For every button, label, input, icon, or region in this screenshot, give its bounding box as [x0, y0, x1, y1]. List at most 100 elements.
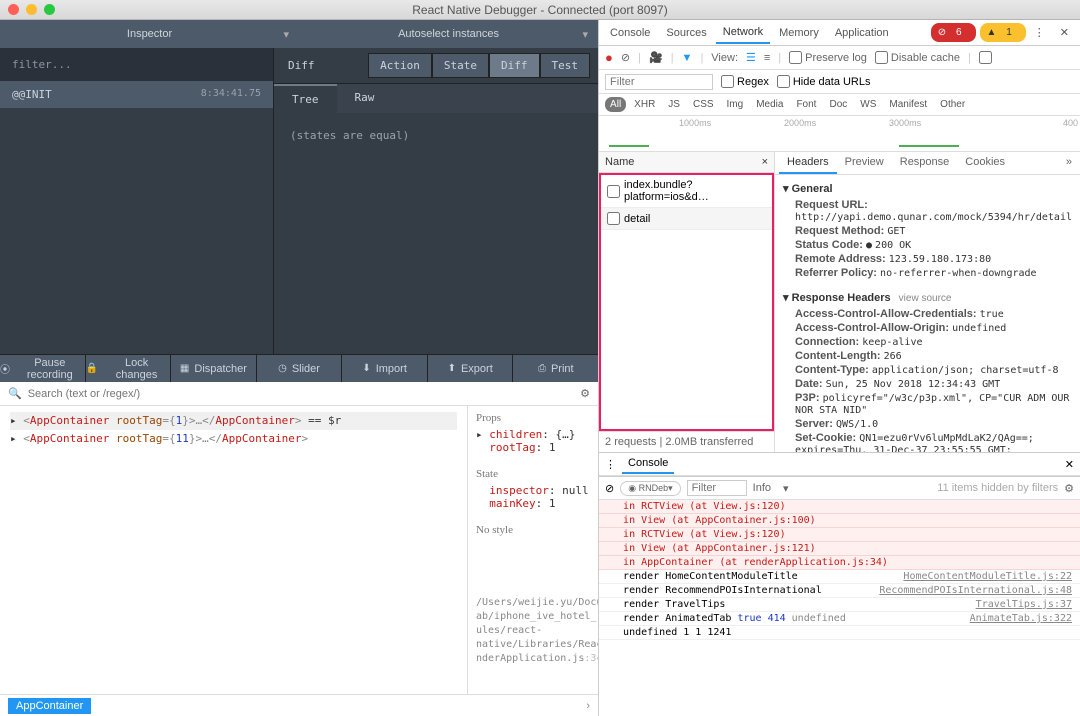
action-name: @@INIT [12, 88, 52, 101]
clear-icon[interactable]: ⊘ [621, 51, 630, 64]
close-icon[interactable]: ✕ [1065, 458, 1074, 471]
tab-network[interactable]: Network [716, 22, 770, 44]
print-button[interactable]: ⎙Print [513, 355, 598, 382]
type-font[interactable]: Font [791, 97, 821, 112]
settings-icon[interactable]: ⚙ [580, 387, 590, 400]
breadcrumb: AppContainer › [0, 694, 598, 716]
context-selector[interactable]: ◉ RNDeb▾ [620, 481, 680, 496]
console-filter-input[interactable] [687, 480, 747, 496]
waterfall-view-icon[interactable]: ≡ [764, 52, 770, 64]
type-media[interactable]: Media [751, 97, 788, 112]
tab-console[interactable]: Console [603, 23, 657, 43]
record-icon[interactable]: ● [605, 50, 613, 65]
dtab-cookies[interactable]: Cookies [957, 152, 1013, 174]
console-log: undefined 1 1 1241 [599, 626, 1080, 640]
type-other[interactable]: Other [935, 97, 970, 112]
disable-cache-checkbox[interactable]: Disable cache [875, 51, 960, 64]
dtab-preview[interactable]: Preview [837, 152, 892, 174]
close-icon[interactable]: ✕ [1053, 22, 1076, 43]
warning-badge[interactable]: ▲ 1 [980, 23, 1026, 42]
tab-memory[interactable]: Memory [772, 23, 826, 43]
tree-node[interactable]: ▸ <AppContainer rootTag={11}>…</AppConta… [10, 430, 457, 448]
settings-icon[interactable]: ⚙ [1064, 482, 1074, 495]
dispatcher-icon: ▦ [180, 363, 189, 374]
more-icon[interactable]: ⋮ [605, 458, 616, 471]
diff-content: (states are equal) [274, 113, 598, 158]
props-panel: Props ▸ children: {…} rootTag: 1 State i… [468, 406, 598, 694]
console-error: in RCTView (at View.js:120) [599, 500, 1080, 514]
drawer-tab-console[interactable]: Console [622, 454, 674, 474]
breadcrumb-current[interactable]: AppContainer [8, 698, 91, 714]
subtab-raw[interactable]: Raw [337, 84, 393, 113]
type-ws[interactable]: WS [855, 97, 881, 112]
tab-application[interactable]: Application [828, 23, 896, 43]
seg-state[interactable]: State [432, 53, 489, 78]
request-row[interactable]: index.bundle?platform=ios&d… [601, 175, 772, 208]
devtools-tabs: Console Sources Network Memory Applicati… [599, 20, 1080, 46]
type-manifest[interactable]: Manifest [884, 97, 932, 112]
camera-icon[interactable]: 🎥 [649, 51, 663, 64]
console-error: in AppContainer (at renderApplication.js… [599, 556, 1080, 570]
upload-icon: ⬆ [448, 363, 456, 374]
preserve-log-checkbox[interactable]: Preserve log [789, 51, 867, 64]
filter-icon[interactable]: ▼ [682, 52, 693, 64]
action-filter-input[interactable]: filter... [0, 48, 273, 81]
seg-action[interactable]: Action [368, 53, 432, 78]
type-js[interactable]: JS [663, 97, 685, 112]
chevron-right-icon[interactable]: › [586, 700, 590, 712]
diff-label: Diff [282, 59, 368, 72]
slider-button[interactable]: ◷Slider [257, 355, 343, 382]
tab-inspector[interactable]: Inspector▾ [0, 20, 299, 48]
request-row[interactable]: detail [601, 208, 772, 230]
clear-icon[interactable]: ⊘ [605, 482, 614, 495]
error-badge[interactable]: ⊘ 6 [931, 23, 976, 42]
type-css[interactable]: CSS [688, 97, 719, 112]
print-icon: ⎙ [538, 363, 546, 374]
chevron-down-icon: ▾ [284, 28, 290, 41]
console-log: RecommendPOIsInternational.js:48render R… [599, 584, 1080, 598]
level-selector[interactable]: Info [753, 482, 771, 494]
type-doc[interactable]: Doc [824, 97, 852, 112]
source-path: /Users/weijie.yu/Documents/gitlab/iphone… [476, 596, 598, 666]
tab-autoselect[interactable]: Autoselect instances▾ [299, 20, 598, 48]
more-icon[interactable]: ⋮ [1030, 26, 1049, 39]
component-tree[interactable]: ▸ <AppContainer rootTag={1}>…</AppContai… [0, 406, 468, 694]
dispatcher-button[interactable]: ▦Dispatcher [171, 355, 257, 382]
console-error: in View (at AppContainer.js:100) [599, 514, 1080, 528]
pause-button[interactable]: ⦿Pause recording [0, 355, 86, 382]
slider-icon: ◷ [278, 363, 287, 374]
network-filter-input[interactable] [605, 74, 713, 90]
tab-sources[interactable]: Sources [659, 23, 713, 43]
console-log: TravelTips.js:37render TravelTips [599, 598, 1080, 612]
more-icon[interactable]: » [1062, 152, 1076, 174]
request-summary: 2 requests | 2.0MB transferred [599, 431, 774, 452]
type-all[interactable]: All [605, 97, 626, 112]
search-icon: 🔍 [8, 387, 22, 400]
regex-checkbox[interactable]: Regex [721, 75, 769, 88]
close-icon[interactable]: × [762, 156, 768, 168]
type-xhr[interactable]: XHR [629, 97, 660, 112]
name-column[interactable]: Name [605, 156, 634, 168]
export-button[interactable]: ⬆Export [428, 355, 514, 382]
dtab-response[interactable]: Response [892, 152, 958, 174]
seg-test[interactable]: Test [540, 53, 591, 78]
hide-data-urls-checkbox[interactable]: Hide data URLs [777, 75, 871, 88]
component-search-input[interactable] [28, 388, 574, 400]
seg-diff[interactable]: Diff [489, 53, 540, 78]
subtab-tree[interactable]: Tree [274, 84, 337, 113]
dtab-headers[interactable]: Headers [779, 152, 837, 174]
state-header: State [476, 468, 590, 480]
offline-checkbox[interactable] [979, 51, 992, 64]
chevron-down-icon: ▾ [583, 28, 589, 41]
console-output[interactable]: in RCTView (at View.js:120) in View (at … [599, 500, 1080, 658]
import-button[interactable]: ⬇Import [342, 355, 428, 382]
network-timeline[interactable]: 1000ms 2000ms 3000ms 400 [599, 116, 1080, 152]
tree-node[interactable]: ▸ <AppContainer rootTag={1}>…</AppContai… [10, 412, 457, 430]
lock-button[interactable]: 🔒Lock changes [86, 355, 172, 382]
props-header: Props [476, 412, 590, 424]
action-item[interactable]: @@INIT 8:34:41.75 [0, 81, 273, 108]
list-view-icon[interactable]: ☰ [746, 51, 756, 64]
redux-tabs: Inspector▾ Autoselect instances▾ [0, 20, 598, 48]
console-drawer-bar: ⋮ Console ✕ [599, 452, 1080, 476]
type-img[interactable]: Img [722, 97, 749, 112]
